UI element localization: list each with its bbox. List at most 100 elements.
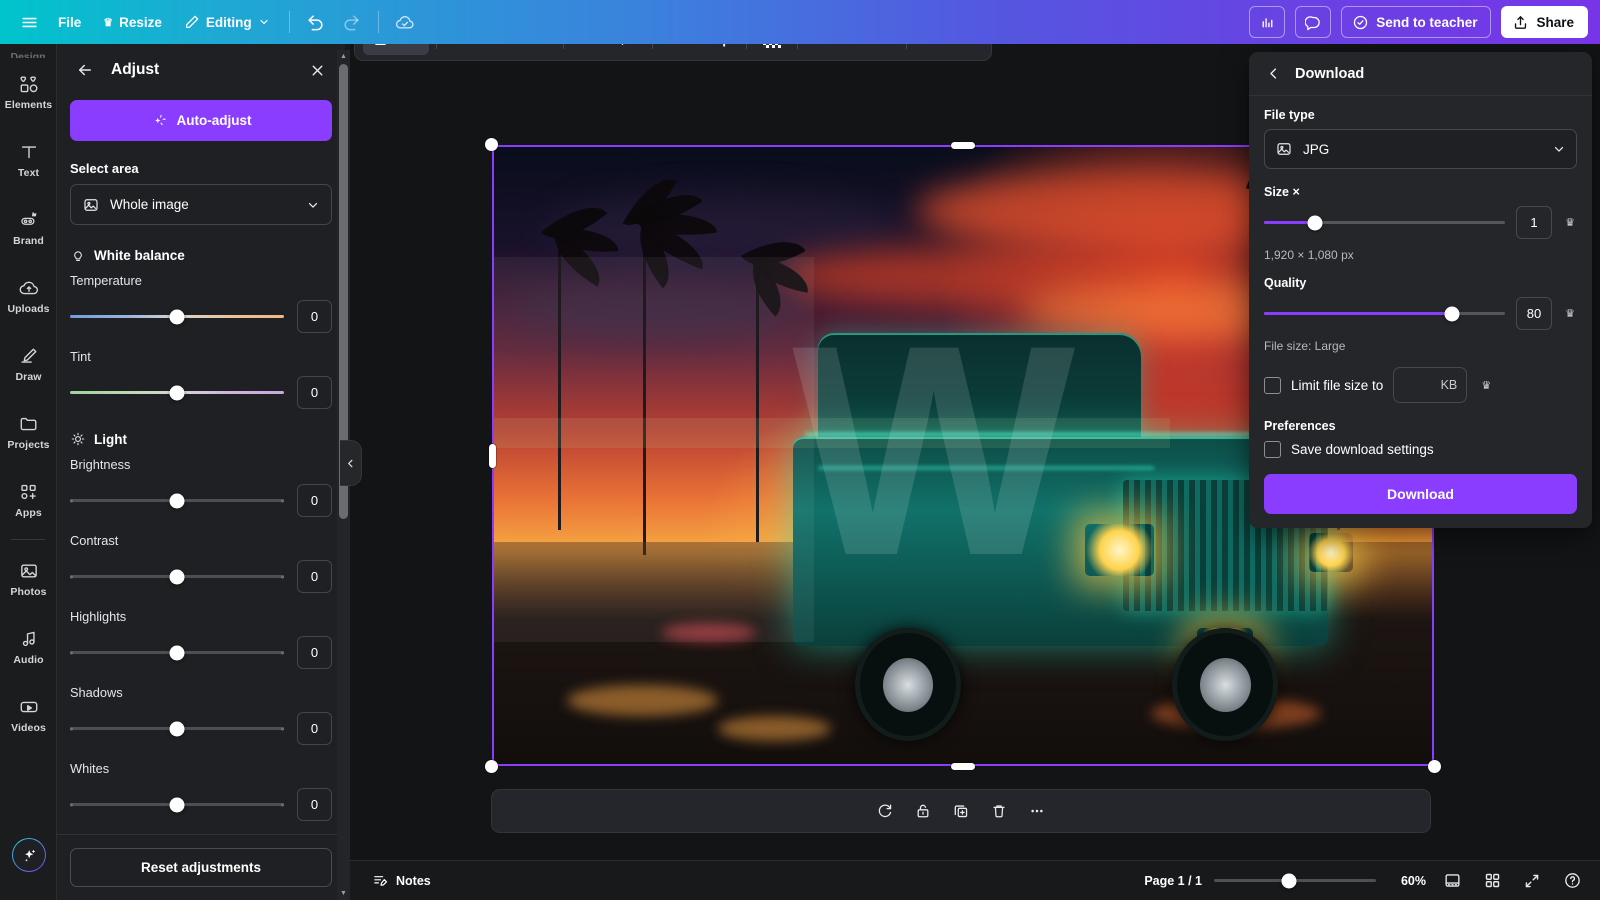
editing-label: Editing [205, 14, 252, 30]
slider-temperature-knob[interactable] [169, 309, 185, 324]
help-button[interactable] [1558, 868, 1586, 894]
cloud-saved-icon[interactable] [388, 6, 422, 38]
scroll-down-arrow-icon[interactable]: ▼ [337, 887, 350, 900]
photo-icon [20, 564, 37, 578]
handle-top-center[interactable] [951, 141, 975, 149]
panel-close-button[interactable] [303, 56, 331, 84]
chevron-down-icon [1554, 146, 1564, 152]
slider-brightness-track[interactable] [70, 493, 284, 509]
handle-top-left[interactable] [485, 138, 498, 151]
select-area-label: Select area [70, 161, 139, 176]
sidebar-item-apps[interactable]: Apps [0, 466, 56, 534]
download-button[interactable]: Download [1264, 474, 1577, 514]
resize-button[interactable]: ♛ Resize [93, 6, 172, 38]
redo-icon[interactable] [335, 6, 369, 38]
shapes-icon [19, 76, 37, 93]
slider-highlights-value[interactable]: 0 [297, 636, 332, 669]
download-panel-header: Download [1249, 52, 1592, 96]
size-value-input[interactable]: 1 [1516, 206, 1552, 239]
select-area-dropdown[interactable]: Whole image [70, 184, 332, 225]
notes-button[interactable]: Notes [364, 867, 439, 894]
slider-contrast-knob[interactable] [169, 569, 185, 584]
fullscreen-button[interactable] [1518, 868, 1546, 894]
limit-file-size-checkbox[interactable] [1264, 376, 1281, 394]
sidebar-item-design[interactable]: Design [0, 44, 56, 58]
sidebar-item-projects[interactable]: Projects [0, 398, 56, 466]
slider-whites-knob[interactable] [169, 797, 185, 812]
slider-contrast-track[interactable] [70, 569, 284, 585]
slider-whites: Whites 0 [70, 761, 332, 821]
sidebar-item-draw[interactable]: Draw [0, 330, 56, 398]
share-label: Share [1536, 14, 1574, 30]
save-download-settings-checkbox[interactable] [1264, 441, 1281, 458]
slider-whites-track[interactable] [70, 797, 284, 813]
file-type-dropdown[interactable]: JPG [1264, 129, 1577, 169]
handle-bottom-left[interactable] [485, 760, 498, 773]
duplicate-button[interactable] [944, 795, 978, 827]
size-slider-knob[interactable] [1307, 215, 1323, 230]
limit-file-size-input[interactable]: KB [1393, 367, 1468, 403]
lock-button[interactable] [906, 795, 940, 827]
quality-slider-track[interactable] [1264, 306, 1505, 321]
editing-mode-button[interactable]: Editing [174, 6, 280, 38]
select-area-value: Whole image [110, 197, 189, 212]
quality-slider-knob[interactable] [1444, 306, 1460, 321]
close-x-icon [312, 65, 322, 75]
slider-shadows-value[interactable]: 0 [297, 712, 332, 745]
collapse-panel-handle[interactable] [340, 440, 362, 486]
send-to-teacher-button[interactable]: Send to teacher [1341, 6, 1492, 38]
slider-contrast-label: Contrast [70, 533, 119, 548]
sidebar-item-design-label: Design [10, 51, 46, 58]
sidebar-item-uploads[interactable]: Uploads [0, 262, 56, 330]
sidebar-item-elements[interactable]: Elements [0, 58, 56, 126]
slider-tint-value[interactable]: 0 [297, 376, 332, 409]
hamburger-menu-icon[interactable] [12, 6, 46, 38]
sidebar-item-text[interactable]: Text [0, 126, 56, 194]
zoom-slider-knob[interactable] [1281, 873, 1297, 888]
slider-brightness-knob[interactable] [169, 493, 185, 508]
sidebar-item-audio[interactable]: Audio [0, 613, 56, 681]
auto-adjust-button[interactable]: Auto-adjust [70, 100, 332, 141]
reset-adjustments-button[interactable]: Reset adjustments [70, 848, 332, 887]
handle-bottom-center[interactable] [951, 762, 975, 770]
brand-crown-icon [20, 212, 36, 225]
size-slider-track[interactable] [1264, 215, 1505, 230]
zoom-slider[interactable] [1214, 873, 1376, 888]
slider-temperature-value[interactable]: 0 [297, 300, 332, 333]
slider-shadows-track[interactable] [70, 721, 284, 737]
slider-temperature-track[interactable] [70, 309, 284, 325]
grid-view-button[interactable] [1478, 868, 1506, 894]
slider-tint-track[interactable] [70, 385, 284, 401]
slider-tint-knob[interactable] [169, 385, 185, 400]
slider-temperature: Temperature 0 [70, 273, 332, 333]
comments-button[interactable] [1295, 6, 1332, 38]
rotate-button[interactable] [868, 795, 902, 827]
slider-contrast-value[interactable]: 0 [297, 560, 332, 593]
handle-bottom-right[interactable] [1428, 760, 1441, 773]
share-button[interactable]: Share [1501, 6, 1588, 38]
delete-button[interactable] [982, 795, 1016, 827]
more-options-button[interactable] [1020, 795, 1054, 827]
insights-button[interactable] [1249, 6, 1286, 38]
download-back-button[interactable] [1259, 60, 1287, 88]
sidebar-item-photos[interactable]: Photos [0, 545, 56, 613]
chevron-left-icon [1269, 68, 1276, 79]
quality-value-input[interactable]: 80 [1516, 297, 1552, 330]
page-indicator: Page 1 / 1 [1144, 873, 1202, 888]
magic-sparkle-button[interactable] [12, 838, 46, 872]
slider-whites-value[interactable]: 0 [297, 788, 332, 821]
slider-highlights-track[interactable] [70, 645, 284, 661]
panel-back-button[interactable] [71, 56, 99, 84]
file-menu-button[interactable]: File [48, 6, 91, 38]
rail-divider [11, 539, 45, 540]
sidebar-item-videos[interactable]: Videos [0, 681, 56, 749]
page-view-button[interactable] [1438, 868, 1466, 894]
sidebar-item-brand[interactable]: Brand [0, 194, 56, 262]
undo-icon[interactable] [299, 6, 333, 38]
scroll-up-arrow-icon[interactable]: ▲ [337, 50, 350, 63]
slider-brightness-value[interactable]: 0 [297, 484, 332, 517]
sidebar-item-uploads-label: Uploads [7, 303, 50, 315]
handle-left-middle[interactable] [488, 443, 496, 468]
slider-shadows-knob[interactable] [169, 721, 185, 736]
slider-highlights-knob[interactable] [169, 645, 185, 660]
